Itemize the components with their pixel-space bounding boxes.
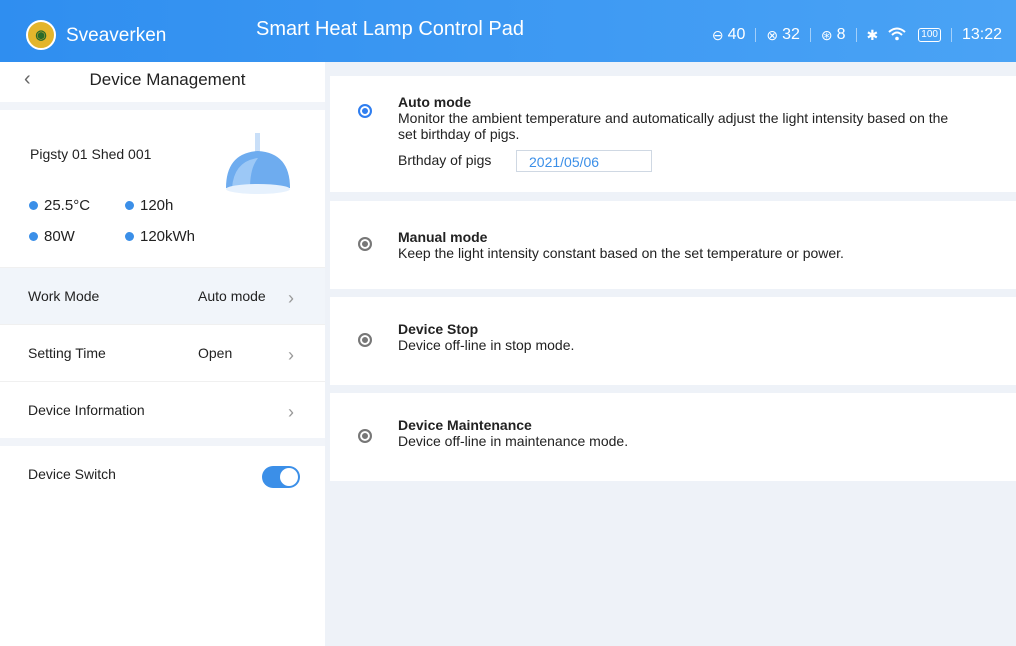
- chevron-right-icon: ›: [288, 288, 294, 308]
- sidebar-item-work-mode[interactable]: Work Mode Auto mode ›: [0, 267, 325, 324]
- row-value: Auto mode: [198, 288, 266, 304]
- temperature-icon: ⊖: [711, 26, 724, 43]
- metric-hours: 120h: [125, 197, 173, 214]
- device-switch-toggle[interactable]: [262, 466, 300, 488]
- mode-description: Keep the light intensity constant based …: [398, 245, 844, 261]
- wifi-icon[interactable]: [888, 27, 906, 44]
- mode-title: Manual mode: [398, 229, 488, 245]
- birthday-label: Brthday of pigs: [398, 152, 492, 168]
- mode-title: Device Maintenance: [398, 417, 532, 433]
- mode-title: Auto mode: [398, 94, 472, 110]
- device-switch-row: Device Switch: [0, 446, 325, 502]
- temperature-value: 40: [727, 26, 746, 43]
- metric-temperature: 25.5°C: [29, 197, 90, 214]
- row-value: Open: [198, 345, 233, 361]
- device-card: Pigsty 01 Shed 001 25.5°C 120h 80W 120kW…: [0, 110, 325, 267]
- location-pin-icon: [125, 231, 134, 241]
- device-name: Pigsty 01 Shed 001: [30, 146, 152, 162]
- mode-description: Device off-line in stop mode.: [398, 337, 575, 353]
- row-label: Device Information: [28, 402, 145, 418]
- top-bar: ◉ Sveaverken Smart Heat Lamp Control Pad…: [0, 0, 1016, 62]
- mode-card-maintenance[interactable]: Device Maintenance Device off-line in ma…: [330, 393, 1016, 481]
- battery-icon: 100: [918, 28, 941, 42]
- gas-icon: ⊛: [820, 26, 833, 43]
- radio-auto-mode[interactable]: [358, 104, 372, 118]
- clock: 13:22: [961, 26, 1002, 43]
- row-label: Work Mode: [28, 288, 100, 304]
- status-bar: ⊖ 40 ⊗ 32 ⊛ 8 ✱ 100 13:22: [712, 26, 1002, 44]
- radio-device-stop[interactable]: [358, 333, 372, 347]
- mode-card-stop[interactable]: Device Stop Device off-line in stop mode…: [330, 297, 1016, 385]
- birthday-input[interactable]: 2021/05/06: [516, 150, 652, 172]
- heat-lamp-icon: [226, 133, 290, 194]
- mode-panel: Auto mode Monitor the ambient temperatur…: [330, 62, 1016, 646]
- app-title: Smart Heat Lamp Control Pad: [256, 18, 524, 40]
- sidebar-header: ‹ Device Management: [0, 62, 325, 102]
- sidebar-item-device-information[interactable]: Device Information ›: [0, 381, 325, 438]
- device-switch-label: Device Switch: [28, 466, 116, 482]
- mode-card-manual[interactable]: Manual mode Keep the light intensity con…: [330, 201, 1016, 289]
- bluetooth-icon[interactable]: ✱: [867, 27, 879, 44]
- sidebar: ‹ Device Management Pigsty 01 Shed 001 2…: [0, 62, 325, 646]
- radio-manual-mode[interactable]: [358, 237, 372, 251]
- clock-icon: [125, 200, 134, 210]
- metric-energy: 120kWh: [125, 228, 195, 245]
- row-label: Setting Time: [28, 345, 106, 361]
- sidebar-item-setting-time[interactable]: Setting Time Open ›: [0, 324, 325, 381]
- thermometer-icon: [29, 200, 38, 210]
- humidity-icon: ⊗: [766, 26, 779, 43]
- chevron-right-icon: ›: [288, 402, 294, 422]
- mode-card-auto[interactable]: Auto mode Monitor the ambient temperatur…: [330, 76, 1016, 192]
- power-icon: [29, 231, 38, 241]
- mode-description: Device off-line in maintenance mode.: [398, 433, 629, 449]
- sidebar-title: Device Management: [89, 70, 246, 89]
- mode-description: Monitor the ambient temperature and auto…: [398, 110, 949, 142]
- mode-title: Device Stop: [398, 321, 479, 337]
- gas-value: 8: [836, 26, 846, 43]
- radio-device-maintenance[interactable]: [358, 429, 372, 443]
- humidity-value: 32: [782, 26, 800, 43]
- chevron-right-icon: ›: [288, 345, 294, 365]
- metric-power: 80W: [29, 228, 75, 245]
